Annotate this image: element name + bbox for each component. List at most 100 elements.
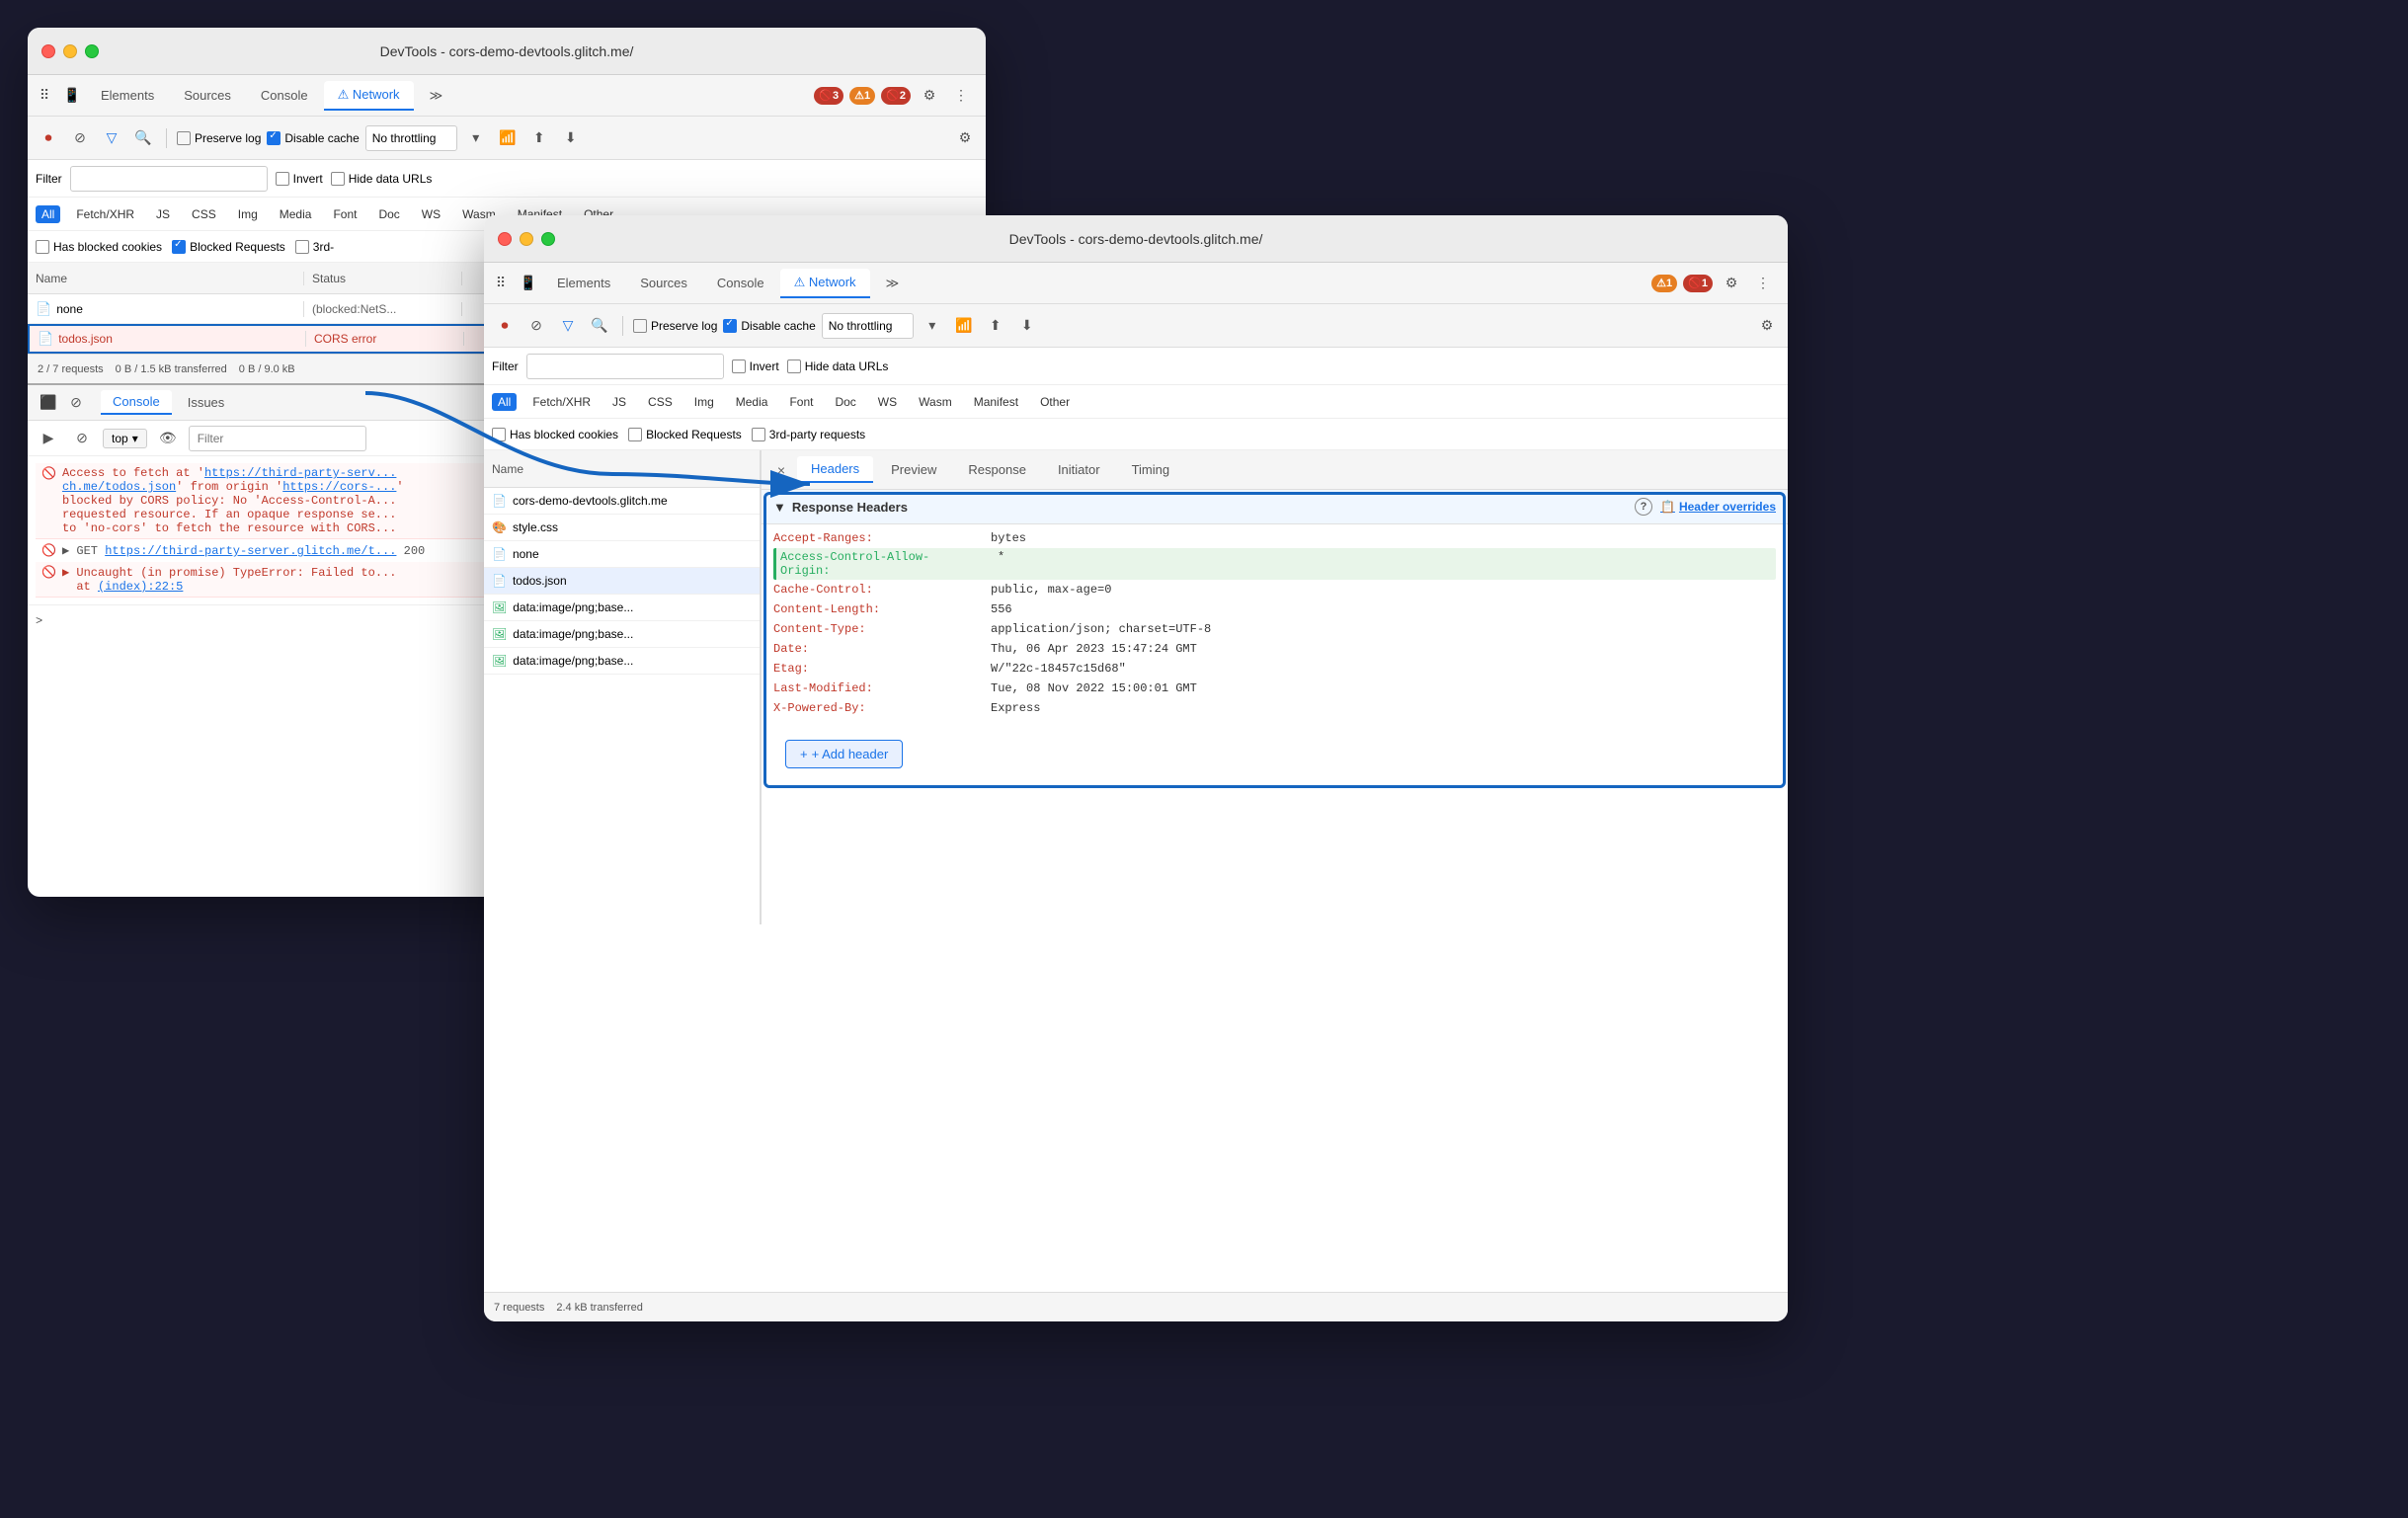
fg-close-panel-btn[interactable]: ×	[769, 458, 793, 482]
fg-help-icon[interactable]: ?	[1635, 498, 1652, 516]
bg-console-tab-issues[interactable]: Issues	[176, 391, 237, 414]
bg-blocked-requests-checkbox[interactable]	[172, 240, 186, 254]
fg-filter-doc[interactable]: Doc	[829, 393, 861, 411]
fg-filter-img[interactable]: Img	[688, 393, 720, 411]
fg-blocked-requests-checkbox[interactable]	[628, 428, 642, 441]
bg-console-expand-icon[interactable]: ⬛	[36, 390, 61, 416]
fg-request-row-1[interactable]: 🎨 style.css	[484, 515, 760, 541]
bg-tab-elements[interactable]: Elements	[87, 82, 168, 109]
fg-tab-response[interactable]: Response	[954, 457, 1040, 482]
fg-add-header-btn[interactable]: + + Add header	[785, 740, 903, 768]
fg-filter-media[interactable]: Media	[730, 393, 774, 411]
fg-hide-data-urls-checkbox[interactable]	[787, 360, 801, 373]
fg-filter-css[interactable]: CSS	[642, 393, 679, 411]
bg-upload-icon[interactable]: ⬆	[526, 125, 552, 151]
bg-preserve-log[interactable]: Preserve log	[177, 131, 261, 145]
fg-section-toggle[interactable]: ▼	[773, 500, 786, 515]
bg-more-icon[interactable]: ⋮	[948, 83, 974, 109]
bg-filter-ws[interactable]: WS	[416, 205, 446, 223]
fg-tab-headers[interactable]: Headers	[797, 456, 873, 483]
fg-tab-elements[interactable]: Elements	[543, 270, 624, 296]
fg-request-row-0[interactable]: 📄 cors-demo-devtools.glitch.me	[484, 488, 760, 515]
bg-disable-cache[interactable]: Disable cache	[267, 131, 359, 145]
fg-filter-all[interactable]: All	[492, 393, 517, 411]
bg-console-clear2-icon[interactable]: ⊘	[69, 426, 95, 451]
minimize-button[interactable]	[63, 44, 77, 58]
fg-tab-sources[interactable]: Sources	[626, 270, 701, 296]
bg-console-toolbar-icon1[interactable]: ▶	[36, 426, 61, 451]
fg-header-overrides-link[interactable]: 📋 Header overrides	[1660, 500, 1776, 514]
fg-disable-cache-checkbox[interactable]	[723, 319, 737, 333]
fg-invert-checkbox[interactable]	[732, 360, 746, 373]
fg-tab-timing[interactable]: Timing	[1118, 457, 1184, 482]
fg-filter-other[interactable]: Other	[1034, 393, 1076, 411]
fg-filter-icon[interactable]: ▽	[555, 313, 581, 339]
bg-settings-icon[interactable]: ⚙	[917, 83, 942, 109]
fg-clear-icon[interactable]: ⊘	[523, 313, 549, 339]
fg-blocked-cookies-checkbox[interactable]	[492, 428, 506, 441]
fg-filter-input[interactable]	[526, 354, 724, 379]
bg-disable-cache-checkbox[interactable]	[267, 131, 281, 145]
bg-error-link-2[interactable]: https://cors-...	[282, 480, 396, 494]
fg-maximize-button[interactable]	[541, 232, 555, 246]
bg-error-link-3[interactable]: (index):22:5	[98, 580, 183, 594]
bg-device-icon[interactable]: 📱	[59, 83, 85, 109]
fg-close-button[interactable]	[498, 232, 512, 246]
bg-filter-input[interactable]	[70, 166, 268, 192]
fg-third-party-checkbox[interactable]	[752, 428, 765, 441]
bg-preserve-log-checkbox[interactable]	[177, 131, 191, 145]
fg-request-row-2[interactable]: 📄 none	[484, 541, 760, 568]
bg-console-eye-icon[interactable]: 👁	[155, 426, 181, 451]
bg-blocked-cookies-checkbox[interactable]	[36, 240, 49, 254]
fg-more-icon[interactable]: ⋮	[1750, 271, 1776, 296]
bg-console-tab-console[interactable]: Console	[101, 390, 172, 415]
fg-disable-cache[interactable]: Disable cache	[723, 319, 815, 333]
fg-settings2-icon[interactable]: ⚙	[1754, 313, 1780, 339]
fg-request-row-6[interactable]: 🖼 data:image/png;base...	[484, 648, 760, 675]
fg-tab-console[interactable]: Console	[703, 270, 778, 296]
fg-filter-wasm[interactable]: Wasm	[913, 393, 958, 411]
fg-tab-more[interactable]: ≫	[872, 270, 914, 297]
fg-filter-manifest[interactable]: Manifest	[968, 393, 1024, 411]
fg-upload-icon[interactable]: ⬆	[983, 313, 1008, 339]
fg-stop-icon[interactable]: ⏺	[492, 313, 518, 339]
fg-request-row-5[interactable]: 🖼 data:image/png;base...	[484, 621, 760, 648]
bg-filter-img[interactable]: Img	[232, 205, 264, 223]
bg-success-link[interactable]: https://third-party-server.glitch.me/t..…	[105, 544, 396, 558]
fg-filter-js[interactable]: JS	[606, 393, 632, 411]
bg-tab-network[interactable]: ⚠ Network	[324, 81, 414, 111]
bg-throttle-dropdown[interactable]: No throttling	[365, 125, 457, 151]
bg-tab-console[interactable]: Console	[247, 82, 322, 109]
fg-tab-preview[interactable]: Preview	[877, 457, 950, 482]
fg-preserve-log-checkbox[interactable]	[633, 319, 647, 333]
bg-settings2-icon[interactable]: ⚙	[952, 125, 978, 151]
fg-download-icon[interactable]: ⬇	[1014, 313, 1040, 339]
fg-tab-network[interactable]: ⚠ Network	[780, 269, 870, 298]
fg-preserve-log[interactable]: Preserve log	[633, 319, 717, 333]
bg-stop-icon[interactable]: ⏺	[36, 125, 61, 151]
bg-hide-data-urls-checkbox[interactable]	[331, 172, 345, 186]
fg-filter-ws[interactable]: WS	[872, 393, 903, 411]
bg-filter-css[interactable]: CSS	[186, 205, 222, 223]
fg-request-row-3[interactable]: 📄 todos.json	[484, 568, 760, 595]
fg-search-icon[interactable]: 🔍	[587, 313, 612, 339]
fg-filter-font[interactable]: Font	[783, 393, 819, 411]
bg-filter-doc[interactable]: Doc	[372, 205, 405, 223]
fg-request-row-4[interactable]: 🖼 data:image/png;base...	[484, 595, 760, 621]
bg-tab-sources[interactable]: Sources	[170, 82, 245, 109]
bg-search-icon[interactable]: 🔍	[130, 125, 156, 151]
bg-filter-icon[interactable]: ▽	[99, 125, 124, 151]
bg-clear-icon[interactable]: ⊘	[67, 125, 93, 151]
fg-settings-icon[interactable]: ⚙	[1719, 271, 1744, 296]
fg-filter-fetchxhr[interactable]: Fetch/XHR	[526, 393, 597, 411]
close-button[interactable]	[41, 44, 55, 58]
fg-tab-initiator[interactable]: Initiator	[1044, 457, 1114, 482]
fg-throttle-icon[interactable]: ▾	[920, 313, 945, 339]
fg-throttle-dropdown[interactable]: No throttling	[822, 313, 914, 339]
bg-console-clear-icon[interactable]: ⊘	[63, 390, 89, 416]
bg-filter-media[interactable]: Media	[274, 205, 318, 223]
bg-wifi-icon[interactable]: 📶	[495, 125, 521, 151]
bg-filter-font[interactable]: Font	[327, 205, 362, 223]
bg-filter-all[interactable]: All	[36, 205, 60, 223]
bg-context-dropdown-icon[interactable]: ▾	[132, 432, 138, 445]
